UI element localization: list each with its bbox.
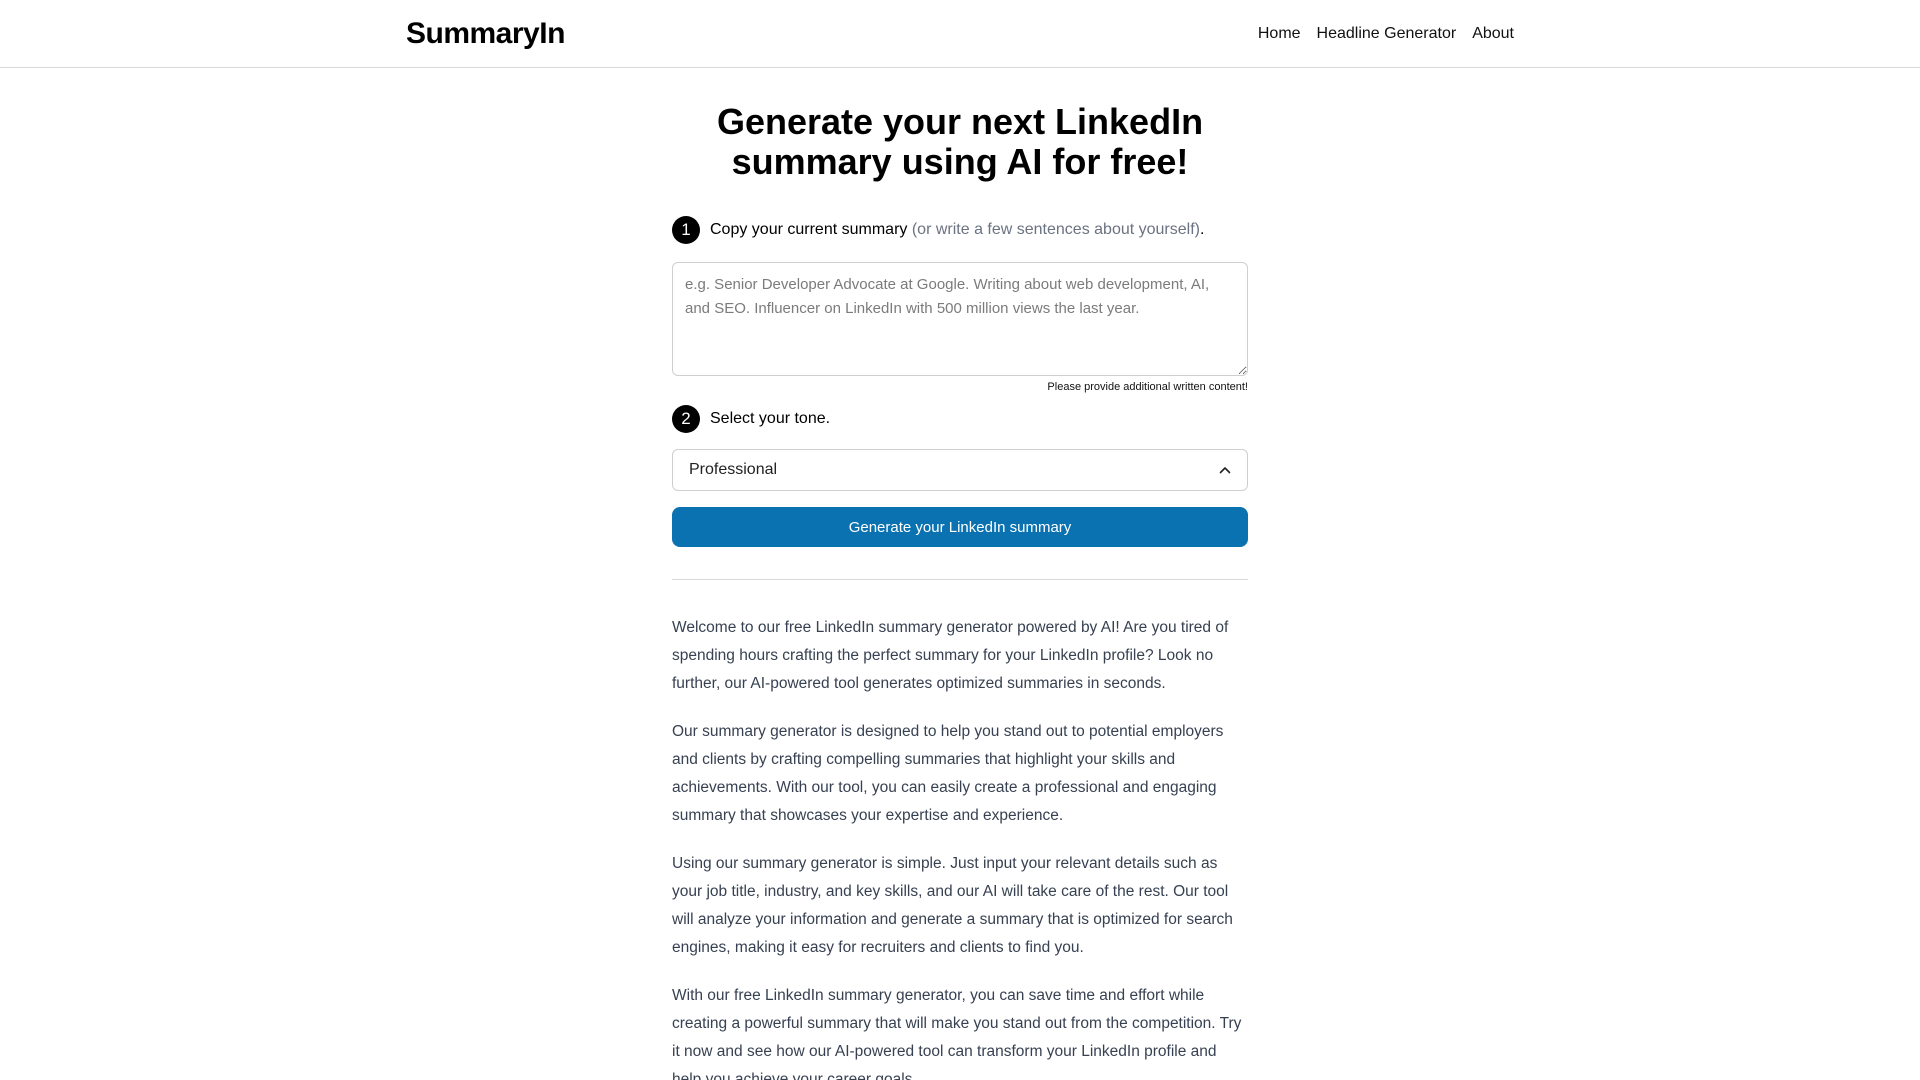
- nav-headline-generator[interactable]: Headline Generator: [1317, 25, 1457, 43]
- site-logo[interactable]: SummaryIn: [406, 17, 565, 51]
- step-1: 1 Copy your current summary (or write a …: [672, 216, 1248, 244]
- tone-select[interactable]: Professional: [672, 449, 1248, 491]
- step-1-label-strong: Copy your current summary: [710, 221, 908, 238]
- nav-home[interactable]: Home: [1258, 25, 1301, 43]
- step-1-label-end: .: [1199, 221, 1205, 238]
- validation-hint: Please provide additional written conten…: [1047, 381, 1248, 393]
- tone-selected-value: Professional: [689, 461, 778, 478]
- site-header: SummaryIn Home Headline Generator About: [0, 0, 1920, 68]
- generate-summary-button[interactable]: Generate your LinkedIn summary: [672, 507, 1248, 547]
- step-1-label: Copy your current summary (or write a fe…: [710, 221, 1204, 239]
- intro-paragraph-1: Welcome to our free LinkedIn summary gen…: [672, 619, 1229, 692]
- chevron-up-icon: [1219, 466, 1231, 474]
- step-2-label: Select your tone.: [710, 410, 831, 427]
- content-divider: [672, 579, 1248, 580]
- step-2-badge: 2: [672, 405, 700, 433]
- intro-paragraph-3: Using our summary generator is simple. J…: [672, 855, 1233, 956]
- nav-about[interactable]: About: [1472, 25, 1514, 43]
- header-inner: SummaryIn Home Headline Generator About: [406, 17, 1514, 51]
- summary-textarea[interactable]: [672, 262, 1248, 376]
- step-1-label-muted: (or write a few sentences about yourself…: [911, 221, 1200, 238]
- main-content: Generate your next LinkedIn summary usin…: [672, 102, 1248, 1080]
- intro-paragraph-2: Our summary generator is designed to hel…: [672, 723, 1224, 824]
- main-nav: Home Headline Generator About: [1258, 25, 1514, 43]
- step-2: 2 Select your tone.: [672, 405, 1248, 433]
- intro-paragraph-4: With our free LinkedIn summary generator…: [672, 987, 1242, 1080]
- page-title: Generate your next LinkedIn summary usin…: [716, 101, 1204, 182]
- step-1-badge: 1: [672, 216, 700, 244]
